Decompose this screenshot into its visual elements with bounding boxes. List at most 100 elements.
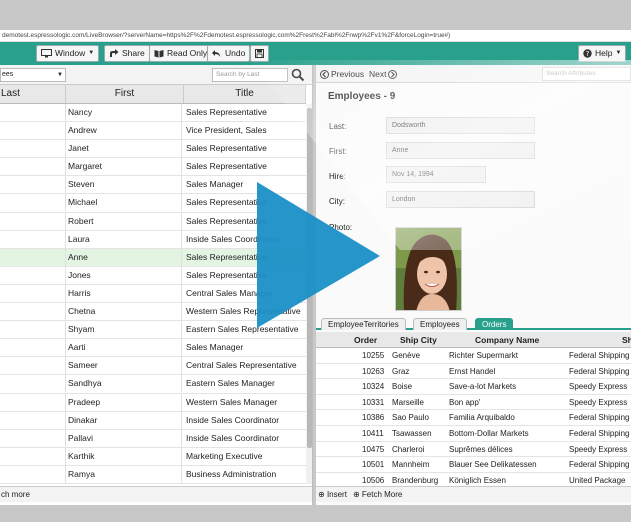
cell-shipper: Federal Shipping (569, 428, 630, 438)
cell-ship-city: Boise (392, 382, 413, 392)
table-row[interactable]: Harris Central Sales Manager (0, 284, 306, 304)
cell-company-name: Suprêmes délices (449, 444, 513, 454)
order-row[interactable]: 10263 Graz Ernst Handel Federal Shipping (316, 363, 631, 380)
cell-ship-city: Tsawassen (392, 428, 432, 438)
table-row[interactable]: Chetna Western Sales Representative (0, 303, 306, 322)
tab-employee-territories[interactable]: EmployeeTerritories (321, 318, 406, 330)
order-row[interactable]: 10501 Mannheim Blauer See Delikatessen Fede… (316, 457, 631, 473)
city-field[interactable]: London (386, 191, 535, 208)
cell-title: Central Sales Manager (186, 287, 273, 298)
column-header-shipper[interactable]: Sh (622, 332, 631, 348)
list-filter-row: ees ▼ Search by Last (0, 65, 312, 85)
fetch-more-button[interactable]: ⊕ Fetch More (353, 487, 402, 502)
order-row[interactable]: 10324 Boise Save-a-lot Markets Speedy Expre… (316, 379, 631, 395)
order-row[interactable]: 10411 Tsawassen Bottom-Dollar Markets Feder… (316, 425, 631, 442)
hire-date-field[interactable]: Nov 14, 1994 (386, 166, 486, 183)
last-field[interactable]: Dodsworth (386, 117, 535, 134)
tab-orders[interactable]: Orders (475, 318, 514, 330)
column-header-title[interactable]: Title (184, 85, 306, 103)
table-row[interactable]: Dinakar Inside Sales Coordinator (0, 411, 306, 430)
cell-order: 10263 (362, 366, 385, 376)
table-row[interactable]: Robert Sales Representative (0, 212, 306, 231)
book-icon (154, 50, 164, 58)
order-row[interactable]: 10255 Genève Richter Supermarkt Federal Shi… (316, 348, 631, 364)
help-button[interactable]: ? Help ▼ (578, 45, 627, 62)
cell-last (0, 375, 66, 393)
cell-company-name: Familia Arquibaldo (449, 413, 515, 423)
cell-order: 10324 (362, 382, 385, 392)
employee-photo[interactable] (395, 227, 462, 311)
attribute-search-input[interactable]: Search Attributes (542, 67, 631, 81)
form-title: Employees - 9 (328, 91, 396, 102)
table-row[interactable]: Anne Sales Representative (0, 248, 306, 267)
cell-last (0, 321, 66, 339)
cell-first: Ramya (68, 465, 182, 483)
table-row[interactable]: Michael Sales Representative (0, 194, 306, 213)
next-button[interactable]: Next (369, 68, 398, 81)
cell-last (0, 122, 66, 140)
order-row[interactable]: 10475 Charleroi Suprêmes délices Speedy Exp… (316, 441, 631, 458)
table-row[interactable]: Sandhya Eastern Sales Manager (0, 375, 306, 394)
table-row[interactable]: Ramya Business Administration (0, 465, 306, 484)
table-row[interactable]: Pallavi Inside Sales Coordinator (0, 429, 306, 448)
address-bar[interactable]: demotest.espressologic.com/LiveBrowser/?… (0, 30, 631, 42)
table-row[interactable]: Nancy Sales Representative (0, 104, 306, 123)
column-header-ship-city[interactable]: Ship City (400, 332, 437, 348)
orders-header: Order Ship City Company Name Sh (316, 332, 631, 348)
column-header-first[interactable]: First (66, 85, 184, 103)
share-button[interactable]: Share (104, 45, 150, 62)
column-header-last[interactable]: Last (0, 85, 66, 103)
cell-last (0, 393, 66, 411)
table-row[interactable]: Sameer Central Sales Representative (0, 357, 306, 376)
cell-shipper: Speedy Express (569, 397, 628, 407)
cell-order: 10386 (362, 413, 385, 423)
cell-first: Jones (68, 266, 182, 284)
previous-button[interactable]: Previous (320, 68, 364, 81)
order-row[interactable]: 10386 Sao Paulo Familia Arquibaldo Federal … (316, 410, 631, 426)
window-button[interactable]: Window ▼ (36, 45, 100, 62)
undo-button[interactable]: Undo (207, 45, 251, 62)
cell-first: Michael (68, 194, 182, 212)
table-row[interactable]: Karthik Marketing Executive (0, 447, 306, 466)
tab-employees[interactable]: Employees (413, 318, 467, 330)
table-row[interactable]: Steven Sales Manager (0, 176, 306, 195)
table-row[interactable]: Shyam Eastern Sales Representative (0, 321, 306, 340)
table-row[interactable]: Margaret Sales Representative (0, 158, 306, 177)
cell-order: 10501 (362, 460, 385, 470)
cell-title: Business Administration (186, 468, 277, 479)
insert-button[interactable]: ⊕ Insert (318, 487, 347, 502)
table-row[interactable]: Pradeep Western Sales Manager (0, 393, 306, 412)
table-row[interactable]: Aarti Sales Manager (0, 339, 306, 358)
read-only-button-label: Read Only (167, 48, 208, 58)
save-button[interactable] (250, 45, 269, 62)
cell-last (0, 176, 66, 194)
search-input[interactable]: Search by Last (212, 68, 288, 82)
first-field[interactable]: Anne (386, 142, 535, 159)
cell-title: Western Sales Representative (186, 306, 301, 317)
table-row[interactable]: Laura Inside Sales Coordinator (0, 230, 306, 249)
cell-last (0, 429, 66, 447)
table-select[interactable]: ees ▼ (0, 68, 66, 82)
cell-title: Eastern Sales Manager (186, 378, 275, 389)
table-row[interactable]: Jones Sales Representative (0, 266, 306, 285)
read-only-button[interactable]: Read Only (149, 45, 213, 62)
cell-shipper: Federal Shipping (569, 413, 630, 423)
list-scrollbar[interactable] (306, 104, 312, 484)
order-row[interactable]: 10331 Marseille Bon app' Speedy Express (316, 394, 631, 411)
column-header-company-name[interactable]: Company Name (475, 332, 539, 348)
detail-nav-bar: Previous Next Search Attributes (316, 65, 631, 83)
hire-label: Hire: (329, 172, 346, 181)
svg-text:?: ? (586, 50, 590, 58)
list-scrollbar-thumb[interactable] (307, 108, 312, 448)
cell-shipper: Speedy Express (569, 444, 628, 454)
chevron-down-icon: ▼ (57, 72, 63, 78)
table-row[interactable]: Andrew Vice President, Sales (0, 122, 306, 141)
search-icon[interactable] (291, 68, 305, 82)
city-label: City: (329, 197, 345, 206)
column-header-order[interactable]: Order (354, 332, 377, 348)
last-label: Last: (329, 122, 347, 131)
save-icon (255, 49, 264, 58)
table-row[interactable]: Janet Sales Representative (0, 140, 306, 159)
fetch-more-link[interactable]: ch more (0, 486, 312, 502)
cell-last (0, 303, 66, 321)
